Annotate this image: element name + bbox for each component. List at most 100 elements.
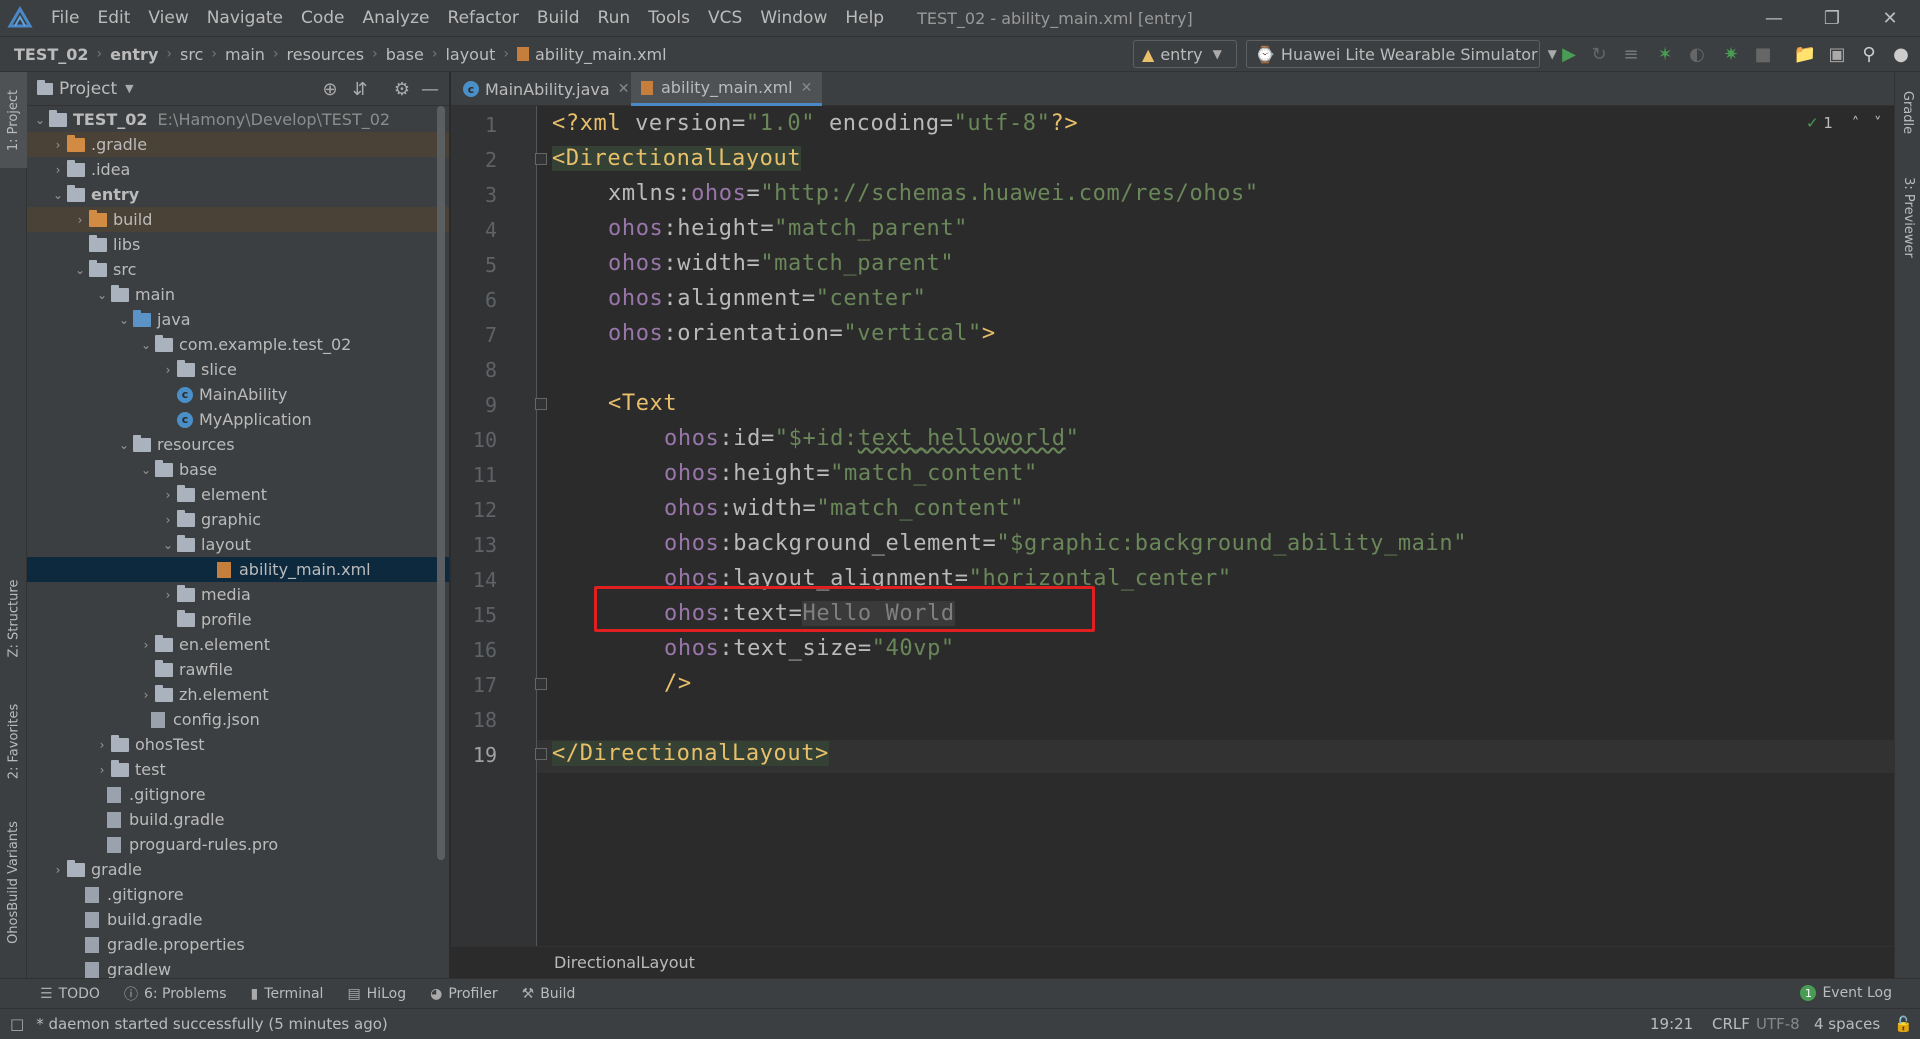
close-icon[interactable]: ✕ bbox=[618, 81, 630, 97]
profile-icon[interactable]: ✷ bbox=[1716, 40, 1746, 68]
tree-item[interactable]: ⌄ entry bbox=[27, 182, 449, 207]
tree-item[interactable]: › graphic bbox=[27, 507, 449, 532]
menu-build[interactable]: Build bbox=[528, 8, 589, 28]
tree-item[interactable]: ⌄ java bbox=[27, 307, 449, 332]
tree-item[interactable]: config.json bbox=[27, 707, 449, 732]
fold-marker-icon[interactable] bbox=[535, 748, 547, 760]
search-icon[interactable]: ⚲ bbox=[1854, 40, 1884, 68]
editor-breadcrumb-item[interactable]: DirectionalLayout bbox=[554, 953, 695, 972]
gear-icon[interactable]: ⚙ bbox=[389, 76, 415, 102]
module-select[interactable]: ▲ entry ▼ bbox=[1133, 40, 1237, 68]
tree-item[interactable]: libs bbox=[27, 232, 449, 257]
tool-build[interactable]: ⚒ Build bbox=[522, 986, 576, 1002]
tree-item[interactable]: › test bbox=[27, 757, 449, 782]
attach-debugger-icon[interactable]: ◐ bbox=[1682, 40, 1712, 68]
rerun-icon[interactable]: ↻ bbox=[1584, 40, 1614, 68]
fold-marker-icon[interactable] bbox=[535, 153, 547, 165]
menu-edit[interactable]: Edit bbox=[88, 8, 139, 28]
indent-setting[interactable]: 4 spaces bbox=[1814, 1015, 1880, 1033]
tab-build-variants[interactable]: OhosBuild Variants bbox=[0, 802, 27, 962]
crumb-project[interactable]: TEST_02 bbox=[14, 45, 89, 64]
crumb-file[interactable]: ability_main.xml bbox=[535, 45, 667, 64]
collapse-all-icon[interactable]: ⇵ bbox=[347, 76, 373, 102]
lock-icon[interactable]: 🔓 bbox=[1894, 1015, 1913, 1033]
tool-hilog[interactable]: ▤ HiLog bbox=[347, 986, 406, 1002]
tab-mainability-java[interactable]: c MainAbility.java ✕ bbox=[453, 72, 639, 106]
minimize-icon[interactable]: — bbox=[1746, 0, 1802, 36]
tab-favorites[interactable]: 2: Favorites bbox=[0, 686, 27, 796]
chevron-up-icon[interactable]: ˄ bbox=[1852, 114, 1860, 132]
close-icon[interactable]: ✕ bbox=[801, 80, 813, 96]
tree-item[interactable]: ⌄ main bbox=[27, 282, 449, 307]
apply-changes-icon[interactable]: ≡ bbox=[1616, 40, 1646, 68]
tree-item-selected[interactable]: ability_main.xml bbox=[27, 557, 449, 582]
tree-item[interactable]: › build bbox=[27, 207, 449, 232]
panel-toggle-icon[interactable]: □ bbox=[10, 1015, 24, 1033]
tree-item[interactable]: › .gradle bbox=[27, 132, 449, 157]
menu-window[interactable]: Window bbox=[751, 8, 836, 28]
account-icon[interactable]: ● bbox=[1886, 40, 1916, 68]
file-encoding[interactable]: UTF-8 bbox=[1756, 1015, 1800, 1033]
tree-item[interactable]: profile bbox=[27, 607, 449, 632]
menu-run[interactable]: Run bbox=[589, 8, 640, 28]
menu-view[interactable]: View bbox=[139, 8, 197, 28]
tree-item[interactable]: ⌄ resources bbox=[27, 432, 449, 457]
event-log-button[interactable]: 1 Event Log bbox=[1800, 978, 1892, 1008]
tool-terminal[interactable]: ▮ Terminal bbox=[251, 986, 324, 1002]
debug-icon[interactable]: ✶ bbox=[1650, 40, 1680, 68]
tree-item[interactable]: › gradle bbox=[27, 857, 449, 882]
tree-item[interactable]: c MainAbility bbox=[27, 382, 449, 407]
fold-marker-icon[interactable] bbox=[535, 398, 547, 410]
tree-item[interactable]: ⌄ TEST_02 E:\Hamony\Develop\TEST_02 bbox=[27, 107, 449, 132]
locate-icon[interactable]: ⊕ bbox=[317, 76, 343, 102]
project-panel-title[interactable]: Project bbox=[59, 79, 117, 99]
crumb-main[interactable]: main bbox=[225, 45, 265, 64]
crumb-src[interactable]: src bbox=[180, 45, 203, 64]
tree-item[interactable]: ⌄ com.example.test_02 bbox=[27, 332, 449, 357]
tree-item[interactable]: › slice bbox=[27, 357, 449, 382]
close-window-icon[interactable]: ✕ bbox=[1862, 0, 1918, 36]
crumb-resources[interactable]: resources bbox=[287, 45, 365, 64]
fold-marker-icon[interactable] bbox=[535, 678, 547, 690]
tree-item[interactable]: build.gradle bbox=[27, 907, 449, 932]
tab-gradle[interactable]: Gradle bbox=[1895, 72, 1920, 152]
chevron-down-icon[interactable]: ˅ bbox=[1874, 114, 1882, 132]
tree-item[interactable]: ⌄ layout bbox=[27, 532, 449, 557]
tree-item[interactable]: .gitignore bbox=[27, 882, 449, 907]
inspection-widget[interactable]: ✓ 1 ˄ ˅ bbox=[1806, 114, 1881, 132]
menu-refactor[interactable]: Refactor bbox=[439, 8, 528, 28]
crumb-base[interactable]: base bbox=[386, 45, 424, 64]
project-structure-icon[interactable]: 📁 bbox=[1790, 40, 1820, 68]
menu-analyze[interactable]: Analyze bbox=[354, 8, 439, 28]
run-icon[interactable]: ▶ bbox=[1554, 40, 1584, 68]
project-scrollbar[interactable] bbox=[437, 106, 445, 860]
menu-navigate[interactable]: Navigate bbox=[198, 8, 292, 28]
crumb-layout[interactable]: layout bbox=[445, 45, 495, 64]
tree-item[interactable]: c MyApplication bbox=[27, 407, 449, 432]
tree-item[interactable]: › en.element bbox=[27, 632, 449, 657]
menu-tools[interactable]: Tools bbox=[639, 8, 699, 28]
line-separator[interactable]: CRLF bbox=[1712, 1015, 1750, 1033]
restore-icon[interactable]: ❐ bbox=[1804, 0, 1860, 36]
tree-item[interactable]: proguard-rules.pro bbox=[27, 832, 449, 857]
tree-item[interactable]: › ohosTest bbox=[27, 732, 449, 757]
tree-item[interactable]: rawfile bbox=[27, 657, 449, 682]
tab-previewer[interactable]: 3: Previewer bbox=[1895, 162, 1920, 272]
tab-ability-main-xml[interactable]: ability_main.xml ✕ bbox=[631, 72, 823, 106]
menu-vcs[interactable]: VCS bbox=[699, 8, 751, 28]
tab-structure[interactable]: Z: Structure bbox=[0, 558, 27, 678]
tree-item[interactable]: gradle.properties bbox=[27, 932, 449, 957]
tool-profiler[interactable]: ◕ Profiler bbox=[430, 986, 498, 1002]
menu-file[interactable]: File bbox=[42, 8, 88, 28]
hide-panel-icon[interactable]: — bbox=[417, 76, 443, 102]
crumb-entry[interactable]: entry bbox=[110, 45, 158, 64]
chevron-down-icon[interactable]: ▼ bbox=[125, 82, 133, 95]
device-manager-icon[interactable]: ▣ bbox=[1822, 40, 1852, 68]
tree-item[interactable]: ⌄ base bbox=[27, 457, 449, 482]
tree-item[interactable]: › .idea bbox=[27, 157, 449, 182]
tab-project[interactable]: 1: Project bbox=[0, 72, 27, 168]
tree-item[interactable]: › media bbox=[27, 582, 449, 607]
stop-icon[interactable]: ■ bbox=[1748, 40, 1778, 68]
device-select[interactable]: ⌚ Huawei Lite Wearable Simulator ▼ bbox=[1246, 40, 1557, 68]
tree-item[interactable]: › zh.element bbox=[27, 682, 449, 707]
